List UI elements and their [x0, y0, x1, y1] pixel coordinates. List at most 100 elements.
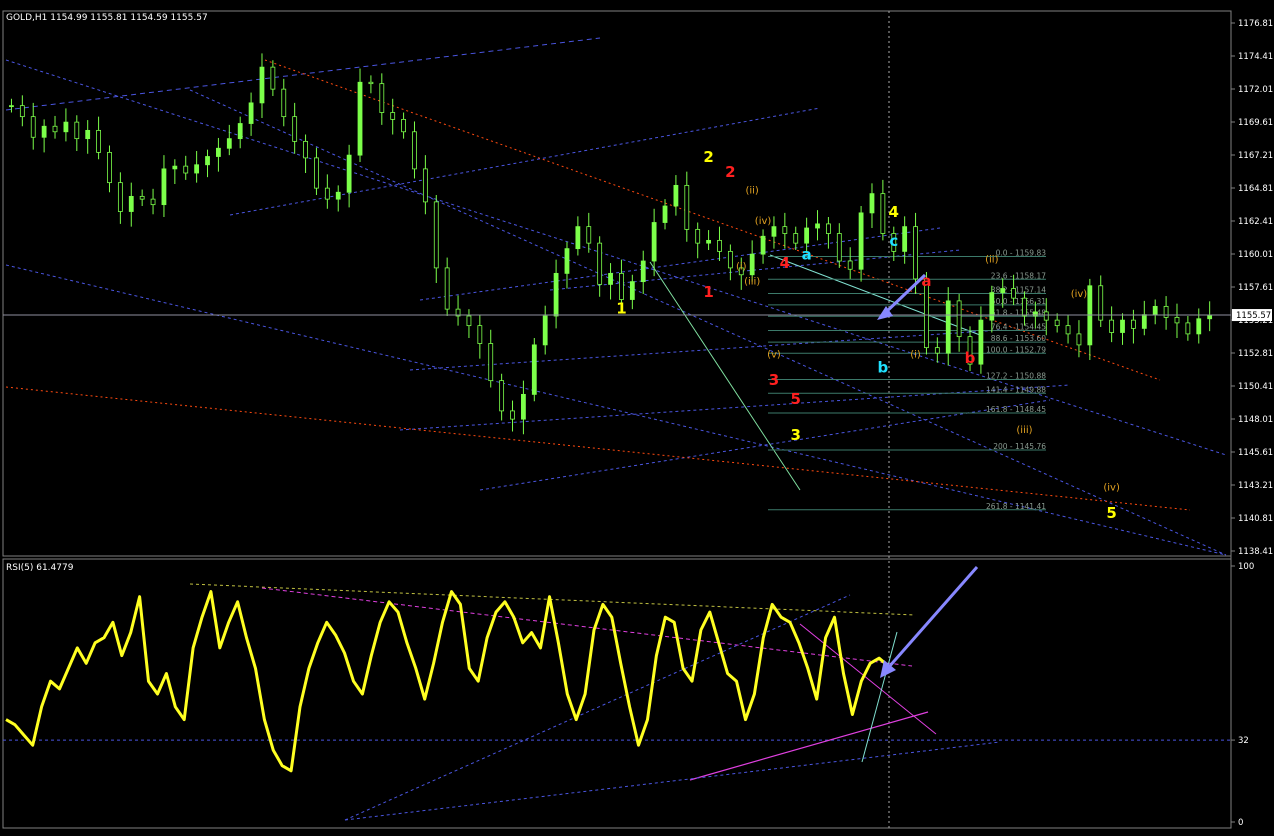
fib-level-label: 50.0 - 1156.31: [991, 297, 1046, 306]
price-bar-body: [836, 233, 842, 262]
price-tick-label: 1162.41: [1238, 217, 1273, 227]
price-bar-body: [63, 121, 69, 133]
wave-label: (iv): [1071, 289, 1088, 300]
wave-label: (iii): [744, 276, 760, 287]
price-bar-body: [651, 222, 657, 262]
price-bar-body: [477, 325, 483, 344]
price-bar-body: [128, 195, 134, 212]
price-tick-label: 1176.81: [1238, 19, 1273, 29]
price-bar-body: [139, 195, 145, 200]
price-tick-label: 1148.01: [1238, 415, 1273, 425]
price-bar-body: [1011, 288, 1016, 299]
price-bar-body: [390, 112, 396, 120]
wave-label: 4: [780, 254, 790, 272]
price-bar-body: [172, 165, 178, 170]
fib-level-label: 200 - 1145.76: [993, 442, 1046, 451]
price-bar-body: [847, 260, 853, 270]
price-bar-body: [1022, 297, 1027, 317]
price-bar-body: [368, 81, 374, 85]
price-bar-body: [793, 233, 799, 244]
price-bar-body: [945, 300, 951, 354]
price-bar-body: [1152, 305, 1158, 316]
price-tick-label: 1164.81: [1238, 184, 1273, 194]
price-bar-body: [19, 105, 25, 118]
price-bar-body: [324, 187, 330, 200]
price-bar-body: [216, 147, 221, 157]
price-bar-body: [248, 102, 254, 124]
price-bar-body: [1141, 314, 1147, 329]
wave-label: (iv): [1103, 483, 1120, 494]
price-bar-body: [717, 239, 722, 252]
fib-level-label: 88.6 - 1153.60: [991, 334, 1046, 343]
price-bar-body: [161, 168, 167, 206]
wave-label: (iv): [755, 216, 772, 227]
price-bar-body: [226, 138, 232, 149]
price-bar-body: [1054, 319, 1060, 327]
price-tick-label: 1157.61: [1238, 283, 1273, 293]
fib-level-label: 76.4 - 1154.45: [991, 322, 1046, 331]
price-bar-body: [826, 223, 831, 234]
price-bar-body: [760, 235, 766, 255]
price-bar-body: [521, 393, 526, 420]
price-bar-body: [41, 125, 47, 138]
price-bar-body: [629, 281, 635, 300]
price-bar-body: [1131, 319, 1136, 329]
price-tick-label: 1172.01: [1238, 85, 1273, 95]
rsi-tick-label: 0: [1238, 818, 1243, 828]
price-bar-body: [303, 140, 308, 159]
chart-root: 1176.81 1174.41 1172.01 1169.61 1167.21 1164.…: [0, 0, 1274, 836]
price-tick-label: 1143.21: [1238, 481, 1273, 491]
price-bar-body: [1163, 305, 1169, 318]
wave-label: (i): [736, 261, 747, 272]
price-bar-body: [771, 226, 777, 237]
current-price-label: 1155.57: [1236, 311, 1271, 321]
price-bar-body: [335, 191, 341, 200]
price-bar-body: [1196, 318, 1202, 335]
price-bar-body: [978, 319, 984, 365]
price-bar-body: [1076, 333, 1082, 346]
price-tick-label: 1167.21: [1238, 151, 1273, 161]
price-bar-body: [74, 121, 80, 140]
price-bar-body: [52, 125, 58, 133]
price-bar-body: [422, 168, 428, 203]
price-bar-body: [281, 88, 287, 118]
wave-label: 1: [703, 283, 713, 301]
price-bar-body: [30, 116, 36, 138]
price-bar-body: [619, 272, 624, 300]
wave-label: b: [965, 349, 976, 367]
fib-level-label: 100.0 - 1152.79: [986, 345, 1046, 354]
rsi-tick-label: 32: [1238, 736, 1249, 746]
price-bar-body: [1185, 322, 1191, 335]
price-bar-body: [259, 66, 265, 104]
wave-label: 4: [889, 203, 899, 221]
price-bar-body: [989, 292, 995, 321]
fib-level-label: 0.0 - 1159.83: [996, 248, 1047, 257]
price-bar-body: [183, 165, 189, 174]
price-bar-body: [1109, 319, 1115, 333]
price-bar-body: [815, 223, 820, 229]
price-bar-body: [727, 250, 733, 269]
price-tick-label: 1160.01: [1238, 250, 1273, 260]
price-bar-body: [499, 380, 505, 412]
wave-label: 3: [769, 371, 779, 389]
wave-label: (ii): [985, 254, 998, 265]
fib-level-label: 127.2 - 1150.88: [986, 372, 1046, 381]
price-bar-body: [640, 260, 646, 283]
fib-level-label: 141.4 - 1149.88: [986, 385, 1046, 394]
price-bar-body: [107, 151, 112, 184]
price-bar-body: [346, 154, 352, 193]
price-bar-body: [956, 300, 962, 338]
wave-label: (iii): [1016, 425, 1032, 436]
price-tick-label: 1150.41: [1238, 382, 1273, 392]
wave-label: 2: [703, 148, 713, 166]
price-bar-body: [412, 131, 417, 170]
price-bar-body: [934, 347, 940, 354]
price-tick-label: 1138.41: [1238, 547, 1273, 557]
rsi-chart-title: RSI(5) 61.4779: [6, 563, 74, 573]
fib-level-label: 23.6 - 1158.17: [991, 271, 1046, 280]
wave-label: 3: [791, 426, 801, 444]
price-bar-body: [150, 198, 156, 206]
price-bar-body: [510, 410, 515, 420]
price-bar-body: [1174, 316, 1180, 324]
price-bar-body: [401, 118, 406, 133]
